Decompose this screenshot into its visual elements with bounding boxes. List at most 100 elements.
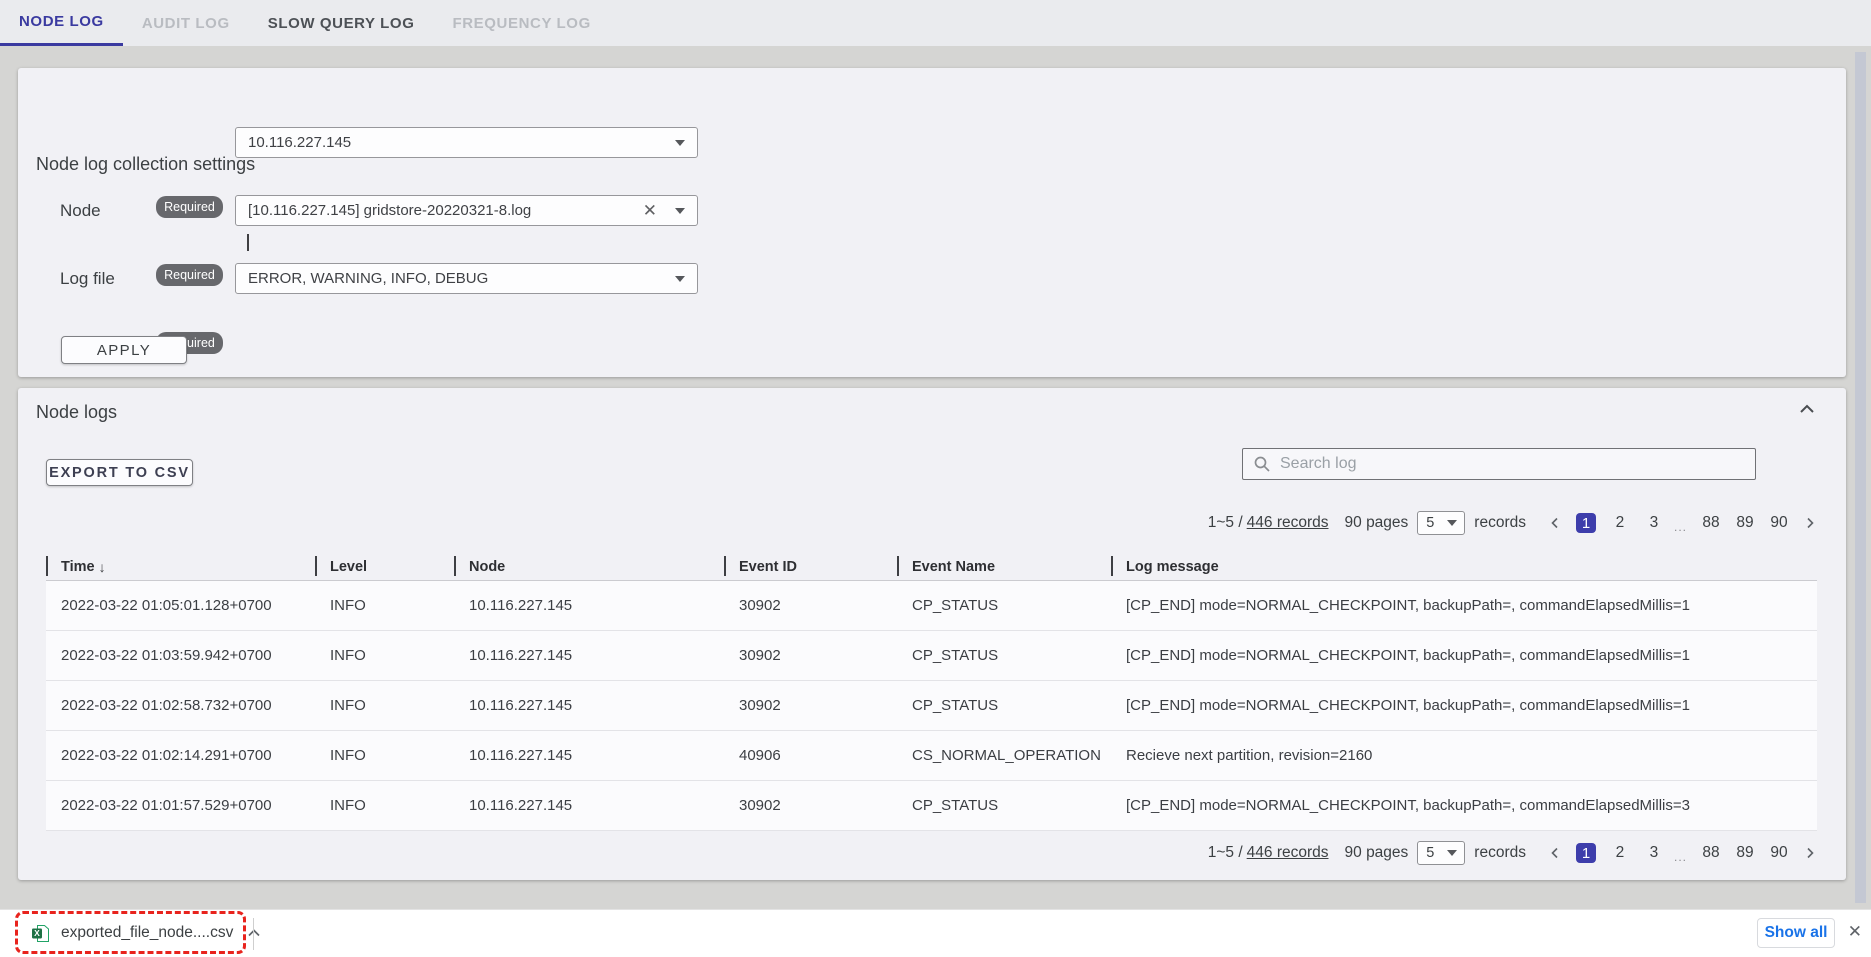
record-range: 1~5 /	[1208, 514, 1243, 532]
next-page-icon[interactable]	[1803, 846, 1817, 860]
show-all-button[interactable]: Show all	[1757, 918, 1835, 948]
pages-count: 90 pages	[1345, 514, 1409, 532]
search-icon	[1253, 455, 1271, 473]
dropdown-arrow-icon	[675, 208, 685, 214]
svg-text:X: X	[34, 928, 40, 938]
prev-page-icon[interactable]	[1548, 516, 1562, 530]
cell-log-message: [CP_END] mode=NORMAL_CHECKPOINT, backupP…	[1111, 681, 1817, 730]
records-total-link[interactable]: 446 records	[1247, 844, 1329, 862]
cell-node: 10.116.227.145	[454, 681, 724, 730]
page-button-2[interactable]: 2	[1610, 843, 1630, 863]
sort-desc-icon: ↓	[99, 559, 106, 575]
node-logs-card: Node logs EXPORT TO CSV 1~5 / 446 record…	[18, 388, 1846, 880]
page-button-3[interactable]: 3	[1644, 513, 1664, 533]
tab-slow-query-log[interactable]: SLOW QUERY LOG	[249, 0, 434, 46]
records-label: records	[1474, 514, 1526, 532]
tab-frequency-log[interactable]: FREQUENCY LOG	[433, 0, 609, 46]
tab-node-log[interactable]: NODE LOG	[0, 0, 123, 46]
cell-event-name: CS_NORMAL_OPERATION	[897, 731, 1111, 780]
table-row[interactable]: 2022-03-22 01:02:14.291+0700 INFO 10.116…	[46, 731, 1817, 781]
download-bar: X exported_file_node....csv Show all ✕	[0, 909, 1871, 957]
column-header-label: Level	[330, 559, 367, 575]
clear-icon[interactable]: ✕	[643, 202, 657, 219]
table-row[interactable]: 2022-03-22 01:05:01.128+0700 INFO 10.116…	[46, 581, 1817, 631]
page-button-90[interactable]: 90	[1769, 843, 1789, 863]
cell-event-name: CP_STATUS	[897, 631, 1111, 680]
cell-log-message: [CP_END] mode=NORMAL_CHECKPOINT, backupP…	[1111, 581, 1817, 630]
log-tabs: NODE LOG AUDIT LOG SLOW QUERY LOG FREQUE…	[0, 0, 1871, 46]
download-file-name: exported_file_node....csv	[61, 924, 233, 942]
page-size-select[interactable]: 5	[1417, 511, 1465, 535]
search-box	[1242, 448, 1756, 480]
cell-event-id: 30902	[724, 781, 897, 830]
column-header-time[interactable]: Time ↓	[46, 553, 315, 580]
text-cursor	[247, 234, 249, 251]
table-row[interactable]: 2022-03-22 01:03:59.942+0700 INFO 10.116…	[46, 631, 1817, 681]
page-ellipsis: ...	[1674, 850, 1687, 865]
pagination-bottom: 1~5 / 446 records 90 pages 5 records 1 2…	[1208, 841, 1817, 865]
column-header-node[interactable]: Node	[454, 553, 724, 580]
download-chip[interactable]: X exported_file_node....csv	[18, 915, 275, 951]
cell-event-id: 30902	[724, 681, 897, 730]
column-header-event-id[interactable]: Event ID	[724, 553, 897, 580]
cell-node: 10.116.227.145	[454, 731, 724, 780]
cell-log-message: [CP_END] mode=NORMAL_CHECKPOINT, backupP…	[1111, 631, 1817, 680]
column-header-label: Event ID	[739, 559, 797, 575]
download-bar-divider	[253, 918, 254, 950]
cell-level: INFO	[315, 631, 454, 680]
page-button-3[interactable]: 3	[1644, 843, 1664, 863]
table-header-row: Time ↓ Level Node Event ID Event Name Lo…	[46, 553, 1817, 581]
table-row[interactable]: 2022-03-22 01:01:57.529+0700 INFO 10.116…	[46, 781, 1817, 831]
page-button-1[interactable]: 1	[1576, 843, 1596, 863]
record-range: 1~5 /	[1208, 844, 1243, 862]
cell-level: INFO	[315, 681, 454, 730]
column-header-label: Time	[61, 559, 95, 575]
page-button-89[interactable]: 89	[1735, 513, 1755, 533]
apply-button[interactable]: APPLY	[61, 336, 187, 364]
table-row[interactable]: 2022-03-22 01:02:58.732+0700 INFO 10.116…	[46, 681, 1817, 731]
search-input[interactable]	[1280, 455, 1745, 473]
page-button-90[interactable]: 90	[1769, 513, 1789, 533]
column-header-log-message[interactable]: Log message	[1111, 553, 1817, 580]
dropdown-arrow-icon	[1447, 850, 1457, 856]
column-header-level[interactable]: Level	[315, 553, 454, 580]
excel-file-icon: X	[32, 925, 49, 942]
cell-log-message: Recieve next partition, revision=2160	[1111, 731, 1817, 780]
node-log-settings-card: Node log collection settings Node Requir…	[18, 68, 1846, 377]
records-total-link[interactable]: 446 records	[1247, 514, 1329, 532]
page-button-2[interactable]: 2	[1610, 513, 1630, 533]
log-level-select[interactable]: ERROR, WARNING, INFO, DEBUG	[235, 263, 698, 294]
cell-level: INFO	[315, 781, 454, 830]
pagination-top: 1~5 / 446 records 90 pages 5 records 1 2…	[1208, 511, 1817, 535]
log-file-select[interactable]: [10.116.227.145] gridstore-20220321-8.lo…	[235, 195, 698, 226]
dropdown-arrow-icon	[1447, 520, 1457, 526]
chevron-up-icon[interactable]	[247, 928, 261, 938]
cell-node: 10.116.227.145	[454, 581, 724, 630]
page-size-value: 5	[1426, 515, 1447, 531]
close-icon[interactable]: ✕	[1848, 923, 1862, 940]
page-button-1[interactable]: 1	[1576, 513, 1596, 533]
page-button-89[interactable]: 89	[1735, 843, 1755, 863]
page-size-select[interactable]: 5	[1417, 841, 1465, 865]
cell-event-name: CP_STATUS	[897, 781, 1111, 830]
export-to-csv-button[interactable]: EXPORT TO CSV	[46, 459, 193, 486]
page-button-88[interactable]: 88	[1701, 513, 1721, 533]
cell-node: 10.116.227.145	[454, 781, 724, 830]
column-header-event-name[interactable]: Event Name	[897, 553, 1111, 580]
tab-audit-log[interactable]: AUDIT LOG	[123, 0, 249, 46]
settings-title: Node log collection settings	[36, 154, 255, 175]
prev-page-icon[interactable]	[1548, 846, 1562, 860]
node-select[interactable]: 10.116.227.145	[235, 127, 698, 158]
chevron-up-icon[interactable]	[1798, 402, 1816, 421]
column-header-label: Log message	[1126, 559, 1219, 575]
node-field-label: Node	[60, 201, 101, 221]
next-page-icon[interactable]	[1803, 516, 1817, 530]
cell-time: 2022-03-22 01:01:57.529+0700	[46, 781, 315, 830]
required-badge: Required	[156, 196, 223, 218]
cell-event-name: CP_STATUS	[897, 581, 1111, 630]
page-button-88[interactable]: 88	[1701, 843, 1721, 863]
required-badge: Required	[156, 264, 223, 286]
page-ellipsis: ...	[1674, 520, 1687, 535]
vertical-scrollbar[interactable]	[1855, 52, 1866, 903]
dropdown-arrow-icon	[675, 140, 685, 146]
